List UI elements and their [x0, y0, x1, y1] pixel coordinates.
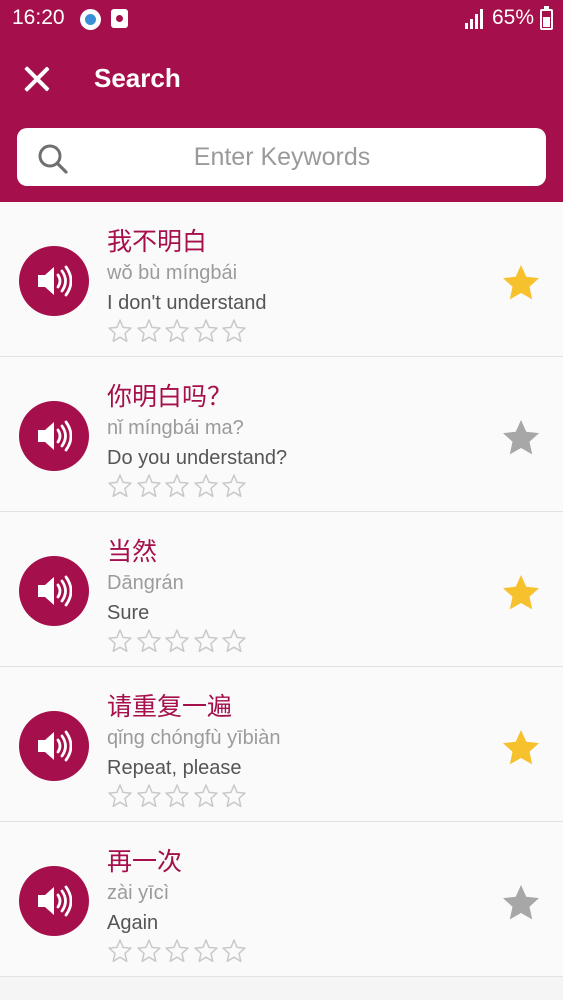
rating-star-icon[interactable] [164, 473, 190, 499]
rating-star-icon[interactable] [136, 783, 162, 809]
notification-app-icon [80, 9, 101, 30]
phrase-pinyin: nǐ míngbái ma? [107, 417, 244, 439]
rating-star-icon[interactable] [164, 938, 190, 964]
speaker-icon [38, 885, 72, 917]
battery-percent: 65% [492, 6, 535, 29]
phrase-english: I don't understand [107, 292, 267, 314]
phrase-english: Again [107, 912, 159, 934]
rating-star-icon[interactable] [136, 938, 162, 964]
phrase-chinese: 我不明白 [107, 227, 208, 256]
phrase-pinyin: qǐng chóngfù yībiàn [107, 727, 281, 749]
search-icon[interactable] [37, 143, 69, 175]
rating-star-icon[interactable] [193, 628, 219, 654]
rating-star-icon[interactable] [164, 783, 190, 809]
close-button[interactable] [18, 60, 56, 98]
rating-star-icon[interactable] [136, 628, 162, 654]
phrase-row: 你明白吗？ nǐ míngbái ma? Do you understand? [0, 357, 563, 512]
play-audio-button[interactable] [19, 556, 89, 626]
phrase-pinyin: zài yīcì [107, 882, 170, 904]
rating-star-icon[interactable] [107, 473, 133, 499]
notification-clip-icon [111, 9, 128, 28]
page-title: Search [94, 63, 181, 93]
rating-star-icon[interactable] [221, 473, 247, 499]
phrase-row: 我不明白 wǒ bù míngbái I don't understand [0, 202, 563, 357]
rating-star-icon[interactable] [136, 318, 162, 344]
signal-icon [465, 9, 485, 29]
battery-icon [540, 6, 553, 30]
rating-star-icon[interactable] [193, 318, 219, 344]
phrase-chinese: 再一次 [107, 847, 183, 876]
phrase-english: Sure [107, 602, 150, 624]
rating-star-icon[interactable] [221, 318, 247, 344]
rating-star-icon[interactable] [221, 783, 247, 809]
phrase-list: 我不明白 wǒ bù míngbái I don't understand 你明… [0, 202, 563, 977]
play-audio-button[interactable] [19, 401, 89, 471]
phrase-row: 再一次 zài yīcì Again [0, 822, 563, 977]
favorite-star-icon[interactable] [500, 417, 542, 459]
speaker-icon [38, 575, 72, 607]
app-bar: Search [0, 40, 563, 202]
phrase-chinese: 你明白吗？ [107, 382, 233, 411]
play-audio-button[interactable] [19, 711, 89, 781]
phrase-row: 请重复一遍 qǐng chóngfù yībiàn Repeat, please [0, 667, 563, 822]
rating-star-icon[interactable] [221, 938, 247, 964]
speaker-icon [38, 730, 72, 762]
rating-star-icon[interactable] [107, 318, 133, 344]
rating-star-icon[interactable] [107, 628, 133, 654]
rating-star-icon[interactable] [107, 783, 133, 809]
speaker-icon [38, 265, 72, 297]
play-audio-button[interactable] [19, 866, 89, 936]
search-input[interactable] [87, 136, 477, 178]
play-audio-button[interactable] [19, 246, 89, 316]
phrase-pinyin: wǒ bù míngbái [107, 262, 238, 284]
status-bar: 16:20 65% [0, 0, 563, 40]
favorite-star-icon[interactable] [500, 882, 542, 924]
phrase-pinyin: Dāngrán [107, 572, 184, 594]
rating-star-icon[interactable] [164, 628, 190, 654]
search-box[interactable] [17, 128, 546, 186]
status-time: 16:20 [12, 6, 65, 29]
phrase-row: 当然 Dāngrán Sure [0, 512, 563, 667]
favorite-star-icon[interactable] [500, 572, 542, 614]
phrase-english: Repeat, please [107, 757, 242, 779]
favorite-star-icon[interactable] [500, 262, 542, 304]
rating-star-icon[interactable] [136, 473, 162, 499]
rating-star-icon[interactable] [164, 318, 190, 344]
rating-star-icon[interactable] [193, 938, 219, 964]
speaker-icon [38, 420, 72, 452]
rating-star-icon[interactable] [221, 628, 247, 654]
phrase-chinese: 当然 [107, 537, 158, 566]
rating-star-icon[interactable] [193, 473, 219, 499]
favorite-star-icon[interactable] [500, 727, 542, 769]
rating-star-icon[interactable] [107, 938, 133, 964]
phrase-chinese: 请重复一遍 [107, 692, 233, 721]
rating-star-icon[interactable] [193, 783, 219, 809]
phrase-english: Do you understand? [107, 447, 288, 469]
